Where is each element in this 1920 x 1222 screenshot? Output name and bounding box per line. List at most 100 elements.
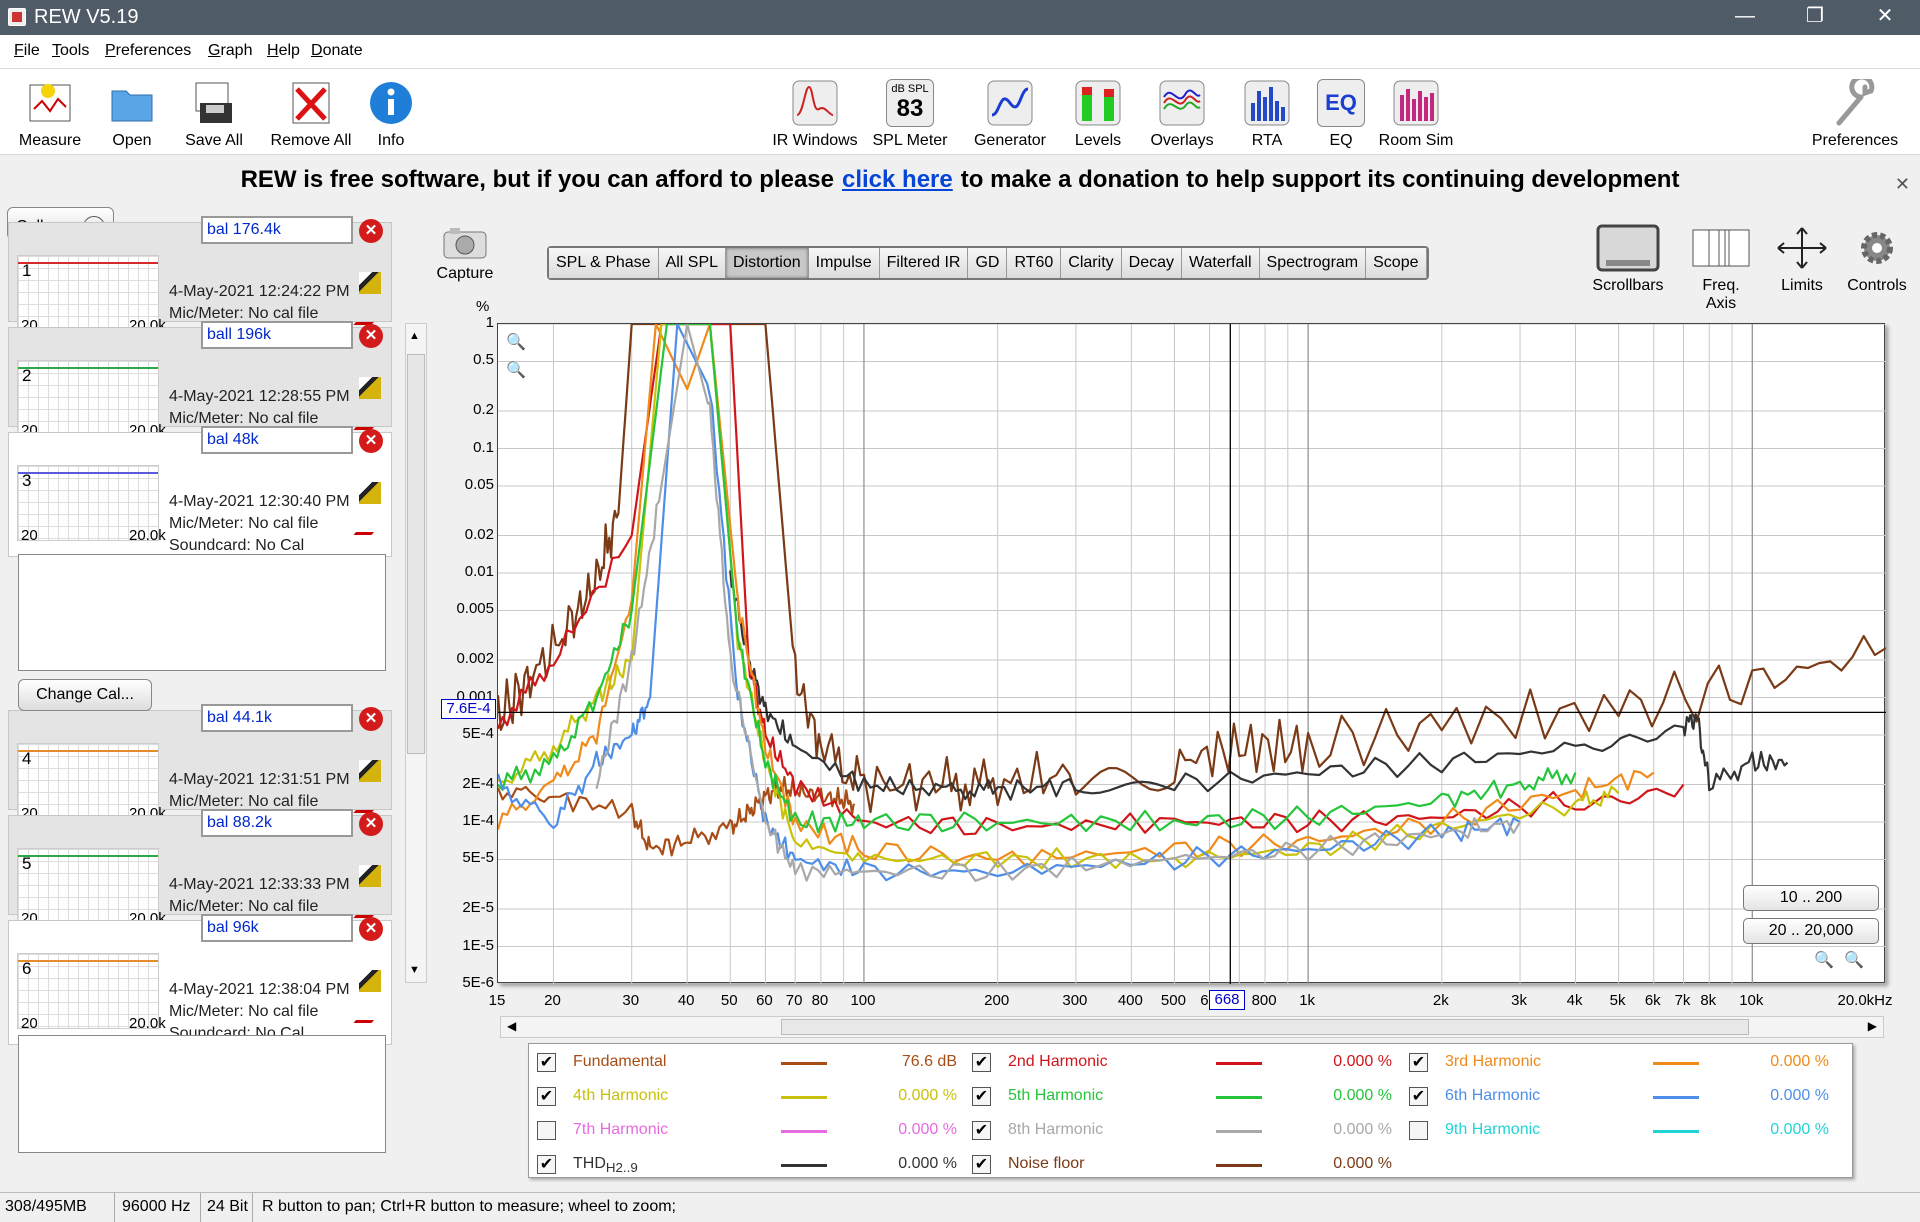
remove-measurement-icon[interactable]: ✕ [359,219,383,243]
series-visibility-checkbox[interactable]: ✔ [1409,1087,1428,1106]
measurement-name-input[interactable]: ball 196k [201,321,353,349]
tab-clarity[interactable]: Clarity [1061,248,1122,278]
tab-waterfall[interactable]: Waterfall [1182,248,1260,278]
series-visibility-checkbox[interactable]: ✔ [972,1053,991,1072]
scroll-right-icon[interactable]: ▶ [1868,1019,1877,1033]
save-all-button[interactable]: Save All [174,75,254,153]
zoom-20-20000-button[interactable]: 20 .. 20,000 [1743,918,1879,944]
pen-icon[interactable] [353,900,387,918]
scroll-down-icon[interactable]: ▼ [409,964,420,976]
distortion-plot[interactable]: 🔍 🔍 🔍 🔍 [497,323,1886,984]
capture-button[interactable]: Capture [432,226,498,292]
remove-measurement-icon[interactable]: ✕ [359,812,383,836]
sidebar-scrollbar[interactable]: ▲ ▼ [405,323,427,983]
change-cal-button[interactable]: Change Cal... [18,679,152,711]
scrollbars-button[interactable]: Scrollbars [1588,224,1668,295]
measurement-info-icon[interactable] [359,272,381,294]
ir-windows-button[interactable]: IR Windows [768,75,862,153]
info-button[interactable]: Info [366,75,416,153]
series-visibility-checkbox[interactable]: ✔ [537,1053,556,1072]
rta-button[interactable]: RTA [1240,75,1294,153]
measurement-name-input[interactable]: bal 176.4k [201,216,353,244]
measurement-info-icon[interactable] [359,377,381,399]
measurement-name-input[interactable]: bal 48k [201,426,353,454]
zoom-in-icon[interactable]: 🔍 [506,332,526,352]
series-visibility-checkbox[interactable]: ✔ [1409,1053,1428,1072]
measurement-card[interactable]: bal 88.2k ✕ 5 20 20.0k 4-May-2021 12:33:33 PM… [8,809,392,937]
measurement-name-input[interactable]: bal 44.1k [201,704,353,732]
tab-decay[interactable]: Decay [1121,248,1182,278]
series-visibility-checkbox[interactable]: ✔ [972,1155,991,1174]
remove-measurement-icon[interactable]: ✕ [359,707,383,731]
tab-filtered-ir[interactable]: Filtered IR [879,248,969,278]
freq-axis-button[interactable]: Freq. Axis [1686,224,1756,313]
minimize-button[interactable]: — [1710,0,1780,35]
notes-area-2[interactable] [18,1035,386,1153]
pen-icon[interactable] [353,1005,387,1023]
zoom-out-icon[interactable]: 🔍 [506,360,526,380]
banner-close-icon[interactable]: ✕ [1895,174,1910,195]
tab-distortion[interactable]: Distortion [726,248,809,278]
remove-measurement-icon[interactable]: ✕ [359,324,383,348]
series-visibility-checkbox[interactable] [537,1121,556,1140]
series-visibility-checkbox[interactable]: ✔ [537,1087,556,1106]
notes-area[interactable] [18,554,386,671]
measure-button[interactable]: Measure [10,75,90,153]
preferences-button[interactable]: Preferences [1805,75,1905,153]
menu-help[interactable]: Help [267,42,300,60]
series-visibility-checkbox[interactable]: ✔ [972,1121,991,1140]
generator-button[interactable]: Generator [965,75,1055,153]
spl-meter-button[interactable]: dB SPL 83 SPL Meter [870,75,950,153]
remove-measurement-icon[interactable]: ✕ [359,917,383,941]
menu-donate[interactable]: Donate [311,42,363,60]
measurement-info-icon[interactable] [359,865,381,887]
menu-tools[interactable]: Tools [52,42,89,60]
restore-button[interactable]: ❐ [1780,0,1850,35]
measurement-card[interactable]: bal 48k ✕ 3 20 20.0k 4-May-2021 12:30:40 PM Mi… [8,426,392,557]
zoom-10-200-button[interactable]: 10 .. 200 [1743,885,1879,911]
remove-all-button[interactable]: Remove All [266,75,356,153]
tab-impulse[interactable]: Impulse [808,248,880,278]
overlays-button[interactable]: Overlays [1140,75,1224,153]
tab-spectrogram[interactable]: Spectrogram [1259,248,1367,278]
tab-gd[interactable]: GD [968,248,1008,278]
measurement-card[interactable]: bal 176.4k ✕ 1 20 20.0k 4-May-2021 12:24:22 P… [8,216,392,344]
tab-spl-phase[interactable]: SPL & Phase [549,248,659,278]
menu-graph[interactable]: Graph [208,42,252,60]
measurement-name-input[interactable]: bal 96k [201,914,353,942]
menu-preferences[interactable]: Preferences [105,42,191,60]
eq-button[interactable]: EQ EQ [1316,75,1366,153]
pen-icon[interactable] [353,517,387,535]
close-button[interactable]: ✕ [1850,0,1920,35]
tab-rt60[interactable]: RT60 [1007,248,1062,278]
menu-file[interactable]: File [14,42,40,60]
h-scroll-thumb[interactable] [781,1019,1749,1035]
pen-icon[interactable] [353,307,387,325]
remove-measurement-icon[interactable]: ✕ [359,429,383,453]
controls-button[interactable]: Controls [1842,224,1912,295]
measurement-card[interactable]: ball 196k ✕ 2 20 20.0k 4-May-2021 12:28:55 PM… [8,321,392,449]
series-visibility-checkbox[interactable] [1409,1121,1428,1140]
tab-scope[interactable]: Scope [1366,248,1427,278]
zoom-in-x-icon[interactable]: 🔍 [1844,950,1864,970]
measurement-info-icon[interactable] [359,970,381,992]
plot-canvas[interactable] [498,324,1886,984]
scroll-thumb[interactable] [407,354,425,754]
measurement-name-input[interactable]: bal 88.2k [201,809,353,837]
zoom-out-x-icon[interactable]: 🔍 [1814,950,1834,970]
scroll-left-icon[interactable]: ◀ [507,1019,516,1033]
pen-icon[interactable] [353,412,387,430]
series-visibility-checkbox[interactable]: ✔ [537,1155,556,1174]
series-visibility-checkbox[interactable]: ✔ [972,1087,991,1106]
levels-button[interactable]: Levels [1068,75,1128,153]
room-sim-button[interactable]: Room Sim [1374,75,1458,153]
donate-link[interactable]: click here [842,166,953,193]
measurement-card[interactable]: bal 44.1k ✕ 4 20 20.0k 4-May-2021 12:31:51 PM… [8,704,392,832]
scroll-up-icon[interactable]: ▲ [409,330,420,342]
measurement-info-icon[interactable] [359,482,381,504]
measurement-card[interactable]: bal 96k ✕ 6 20 20.0k 4-May-2021 12:38:04 PM Mi… [8,914,392,1045]
measurement-info-icon[interactable] [359,760,381,782]
open-button[interactable]: Open [97,75,167,153]
graph-horizontal-scrollbar[interactable]: ◀ ▶ [500,1016,1884,1038]
limits-button[interactable]: Limits [1770,224,1834,295]
